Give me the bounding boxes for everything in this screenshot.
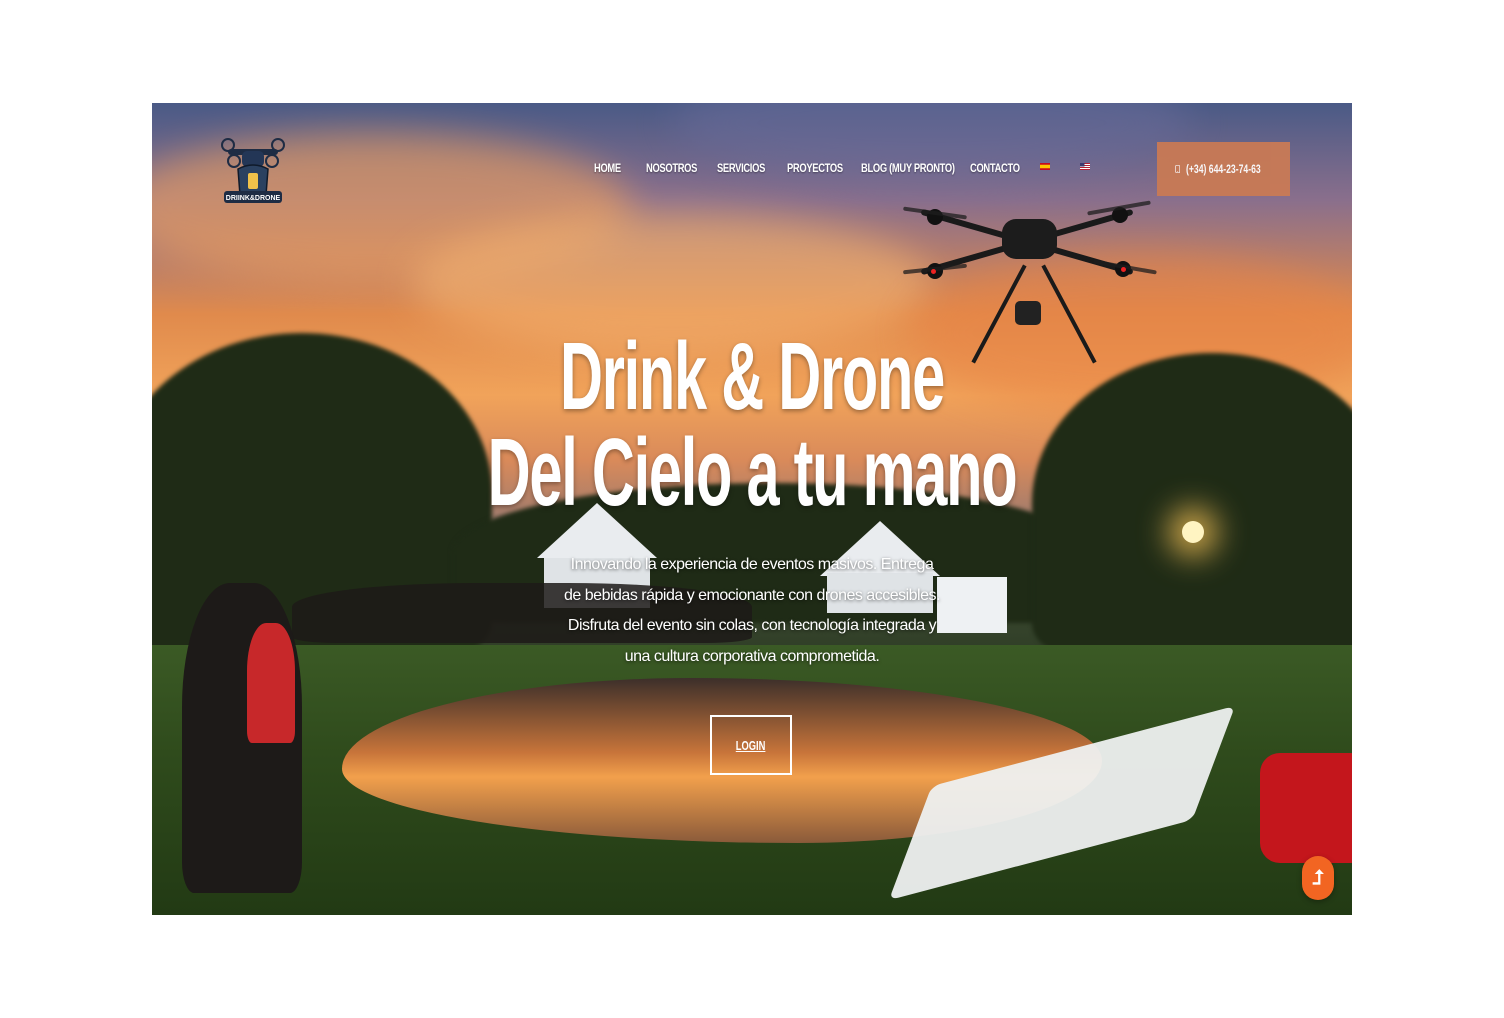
hero-title-line2: Del Cielo a tu mano	[487, 419, 1018, 526]
mobile-phone-icon	[1175, 164, 1181, 174]
phone-number: (+34) 644-23-74-63	[1186, 162, 1261, 176]
nav-proyectos[interactable]: PROYECTOS	[787, 161, 843, 175]
login-button[interactable]: LOGIN	[710, 715, 792, 775]
hero-description: Innovando la experiencia de eventos masi…	[564, 556, 940, 665]
nav-contacto[interactable]: CONTACTO	[970, 161, 1020, 175]
arrow-up-icon: ⮥	[1312, 866, 1324, 889]
scroll-to-top-button[interactable]: ⮥	[1302, 856, 1334, 900]
drone-logo-icon: DRIINK&DRONE	[221, 138, 285, 203]
svg-text:DRIINK&DRONE: DRIINK&DRONE	[226, 195, 281, 202]
usa-flag-icon[interactable]	[1080, 163, 1090, 170]
red-table	[1260, 753, 1352, 863]
spain-flag-icon[interactable]	[1040, 163, 1050, 170]
nav-home[interactable]: HOME	[594, 161, 621, 175]
hero-section: DRIINK&DRONE HOME NOSOTROS SERVICIOS PRO…	[152, 103, 1352, 915]
person-red	[247, 623, 295, 743]
hero-title-line1: Drink & Drone	[559, 323, 945, 430]
nav-blog[interactable]: BLOG (MUY PRONTO)	[861, 161, 955, 175]
phone-button[interactable]: (+34) 644-23-74-63	[1157, 142, 1290, 196]
site-logo[interactable]: DRIINK&DRONE	[220, 135, 286, 215]
nav-nosotros[interactable]: NOSOTROS	[646, 161, 697, 175]
tent	[937, 577, 1007, 633]
nav-servicios[interactable]: SERVICIOS	[717, 161, 765, 175]
